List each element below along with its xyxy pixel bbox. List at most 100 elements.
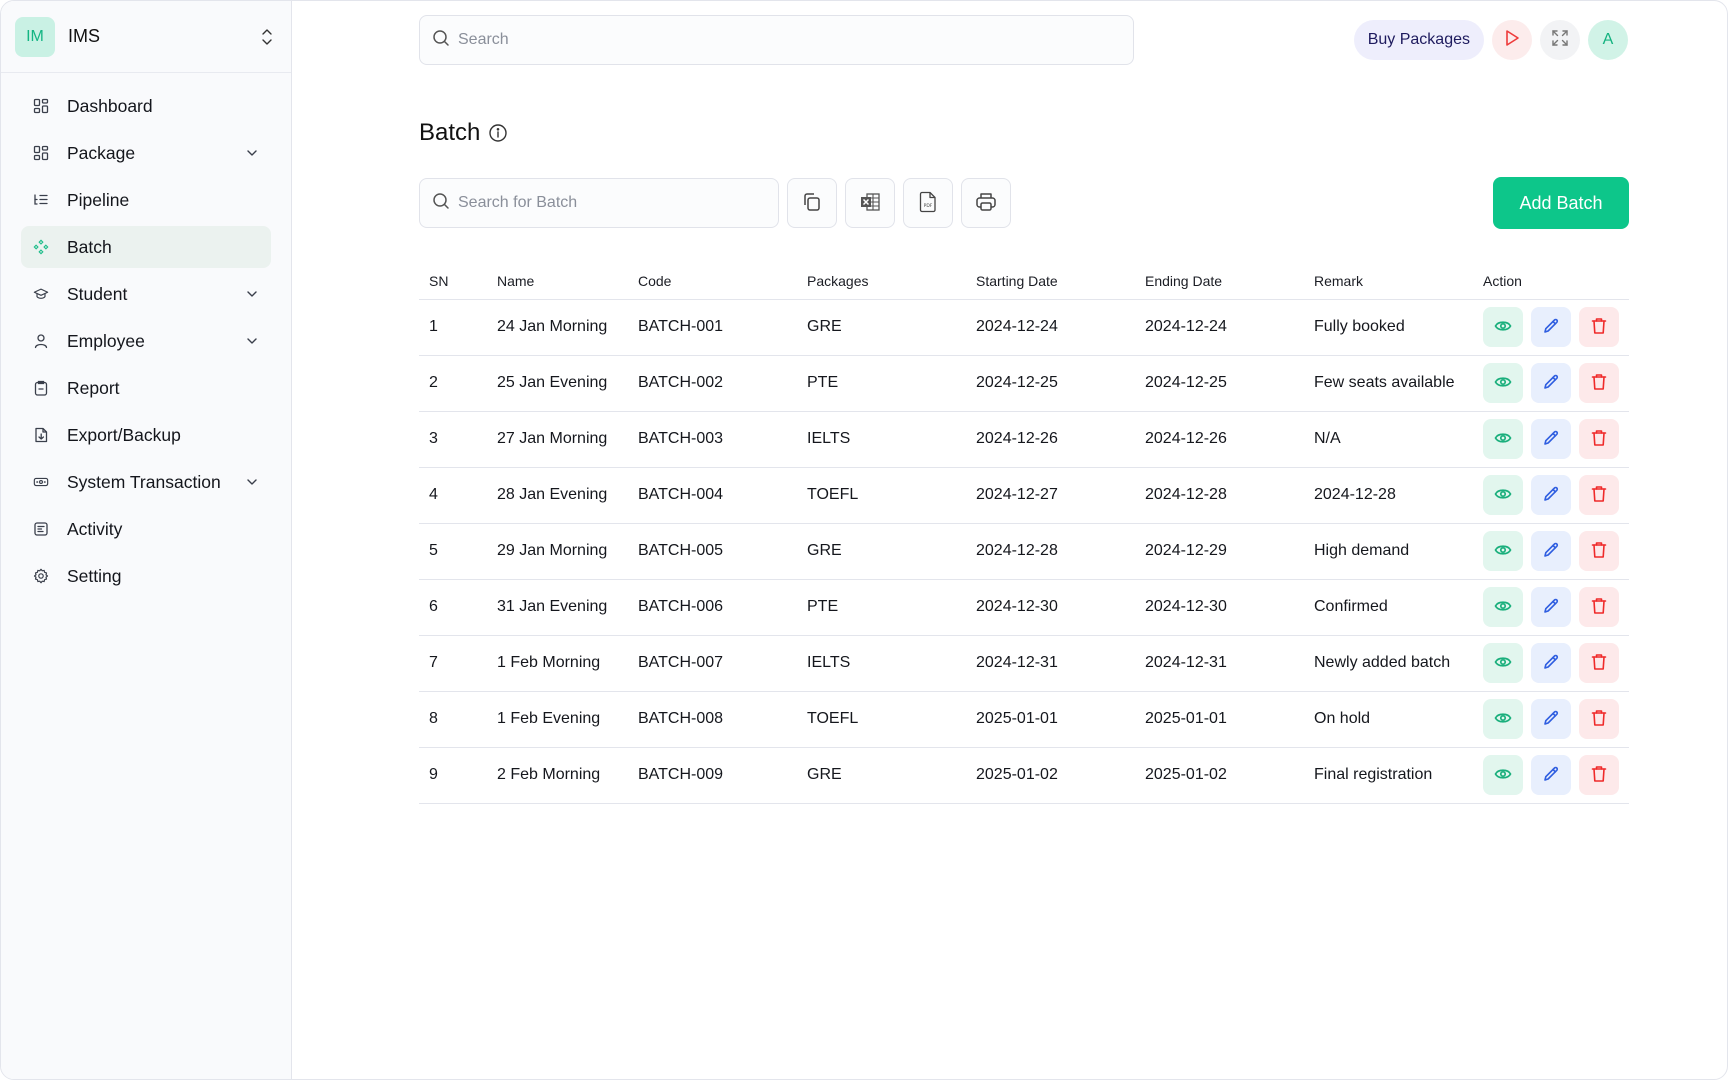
column-header-name[interactable]: Name bbox=[487, 263, 628, 300]
sidebar-item-employee[interactable]: Employee bbox=[21, 320, 271, 362]
export-pdf-button[interactable]: PDF bbox=[903, 178, 953, 228]
edit-button[interactable] bbox=[1531, 363, 1571, 403]
cell-code: BATCH-008 bbox=[628, 691, 797, 748]
column-header-packages[interactable]: Packages bbox=[797, 263, 966, 300]
delete-button[interactable] bbox=[1579, 363, 1619, 403]
delete-button[interactable] bbox=[1579, 643, 1619, 683]
edit-button[interactable] bbox=[1531, 699, 1571, 739]
table-toolbar: PDF bbox=[419, 178, 1011, 228]
cell-actions bbox=[1473, 355, 1629, 412]
cell-code: BATCH-007 bbox=[628, 635, 797, 692]
view-button[interactable] bbox=[1483, 587, 1523, 627]
delete-button[interactable] bbox=[1579, 755, 1619, 795]
table-row: 81 Feb Evening BATCH-008 TOEFL 2025-01-01 20… bbox=[419, 691, 1629, 748]
edit-button[interactable] bbox=[1531, 419, 1571, 459]
cell-sn: 5 bbox=[419, 523, 487, 580]
cell-code: BATCH-009 bbox=[628, 747, 797, 804]
column-header-starting-date[interactable]: Starting Date bbox=[966, 263, 1135, 300]
cell-ending-date: 2025-01-01 bbox=[1135, 691, 1304, 748]
sidebar-item-batch[interactable]: Batch bbox=[21, 226, 271, 268]
cell-actions bbox=[1473, 691, 1629, 748]
view-button[interactable] bbox=[1483, 531, 1523, 571]
batch-search-input[interactable] bbox=[458, 194, 770, 212]
chevron-down-icon[interactable] bbox=[245, 287, 259, 301]
edit-button[interactable] bbox=[1531, 755, 1571, 795]
view-button[interactable] bbox=[1483, 643, 1523, 683]
table-row: 6 31 Jan Evening BATCH-006 PTE 2024-12-30 202… bbox=[419, 579, 1629, 636]
sidebar-item-setting[interactable]: Setting bbox=[21, 555, 271, 597]
search-icon bbox=[432, 192, 450, 215]
view-button[interactable] bbox=[1483, 363, 1523, 403]
global-search[interactable] bbox=[419, 15, 1134, 65]
cell-sn: 8 bbox=[419, 691, 487, 748]
brand-name: IMS bbox=[68, 26, 101, 46]
delete-button[interactable] bbox=[1579, 531, 1619, 571]
batch-table: SN Name Code Packages Starting Date Endi… bbox=[419, 263, 1629, 804]
cell-sn: 4 bbox=[419, 467, 487, 524]
chevron-down-icon[interactable] bbox=[245, 334, 259, 348]
play-button[interactable] bbox=[1492, 20, 1532, 60]
cell-actions bbox=[1473, 747, 1629, 804]
page-title: Batch bbox=[419, 119, 481, 146]
chevron-down-icon[interactable] bbox=[245, 475, 259, 489]
column-header-ending-date[interactable]: Ending Date bbox=[1135, 263, 1304, 300]
view-button[interactable] bbox=[1483, 699, 1523, 739]
chevron-down-icon[interactable] bbox=[245, 146, 259, 160]
edit-button[interactable] bbox=[1531, 587, 1571, 627]
delete-button[interactable] bbox=[1579, 307, 1619, 347]
eye-icon bbox=[1494, 431, 1512, 448]
sidebar-item-student[interactable]: Student bbox=[21, 273, 271, 315]
edit-button[interactable] bbox=[1531, 475, 1571, 515]
sidebar-item-pipeline[interactable]: Pipeline bbox=[21, 179, 271, 221]
cell-name: 1 Feb Morning bbox=[487, 635, 628, 692]
view-button[interactable] bbox=[1483, 419, 1523, 459]
pencil-icon bbox=[1542, 373, 1560, 394]
export-excel-button[interactable] bbox=[845, 178, 895, 228]
print-button[interactable] bbox=[961, 178, 1011, 228]
eye-icon bbox=[1494, 375, 1512, 392]
global-search-input[interactable] bbox=[458, 31, 1089, 49]
edit-button[interactable] bbox=[1531, 307, 1571, 347]
column-header-code[interactable]: Code bbox=[628, 263, 797, 300]
edit-button[interactable] bbox=[1531, 643, 1571, 683]
add-batch-button[interactable]: Add Batch bbox=[1493, 177, 1629, 229]
delete-button[interactable] bbox=[1579, 475, 1619, 515]
sidebar-item-label: Employee bbox=[67, 330, 145, 351]
buy-packages-button[interactable]: Buy Packages bbox=[1353, 20, 1484, 60]
sidebar-item-report[interactable]: Report bbox=[21, 367, 271, 409]
sidebar-item-package[interactable]: Package bbox=[21, 132, 271, 174]
cell-starting-date: 2024-12-24 bbox=[966, 299, 1135, 356]
chevrons-up-down-icon[interactable] bbox=[259, 27, 275, 47]
cell-package: PTE bbox=[797, 355, 966, 412]
cell-starting-date: 2024-12-28 bbox=[966, 523, 1135, 580]
cell-package: TOEFL bbox=[797, 467, 966, 524]
column-header-remark[interactable]: Remark bbox=[1304, 263, 1473, 300]
table-header-row: SN Name Code Packages Starting Date Endi… bbox=[419, 263, 1629, 300]
user-avatar[interactable]: A bbox=[1588, 20, 1628, 60]
list-tree-icon bbox=[33, 192, 49, 208]
batch-search[interactable] bbox=[419, 178, 779, 228]
sidebar-item-dashboard[interactable]: Dashboard bbox=[21, 85, 271, 127]
fullscreen-button[interactable] bbox=[1540, 20, 1580, 60]
cell-package: GRE bbox=[797, 523, 966, 580]
eye-icon bbox=[1494, 599, 1512, 616]
cell-starting-date: 2024-12-25 bbox=[966, 355, 1135, 412]
delete-button[interactable] bbox=[1579, 419, 1619, 459]
delete-button[interactable] bbox=[1579, 587, 1619, 627]
edit-button[interactable] bbox=[1531, 531, 1571, 571]
delete-button[interactable] bbox=[1579, 699, 1619, 739]
cell-starting-date: 2024-12-27 bbox=[966, 467, 1135, 524]
view-button[interactable] bbox=[1483, 755, 1523, 795]
sidebar-item-system-transaction[interactable]: System Transaction bbox=[21, 461, 271, 503]
pencil-icon bbox=[1542, 429, 1560, 450]
sidebar-item-export-backup[interactable]: Export/Backup bbox=[21, 414, 271, 456]
info-icon[interactable] bbox=[488, 123, 508, 143]
workspace-switcher[interactable]: IM IMS bbox=[1, 1, 291, 73]
copy-button[interactable] bbox=[787, 178, 837, 228]
cell-ending-date: 2024-12-25 bbox=[1135, 355, 1304, 412]
view-button[interactable] bbox=[1483, 475, 1523, 515]
eye-icon bbox=[1494, 655, 1512, 672]
view-button[interactable] bbox=[1483, 307, 1523, 347]
sidebar-item-activity[interactable]: Activity bbox=[21, 508, 271, 550]
column-header-sn[interactable]: SN bbox=[419, 263, 487, 300]
